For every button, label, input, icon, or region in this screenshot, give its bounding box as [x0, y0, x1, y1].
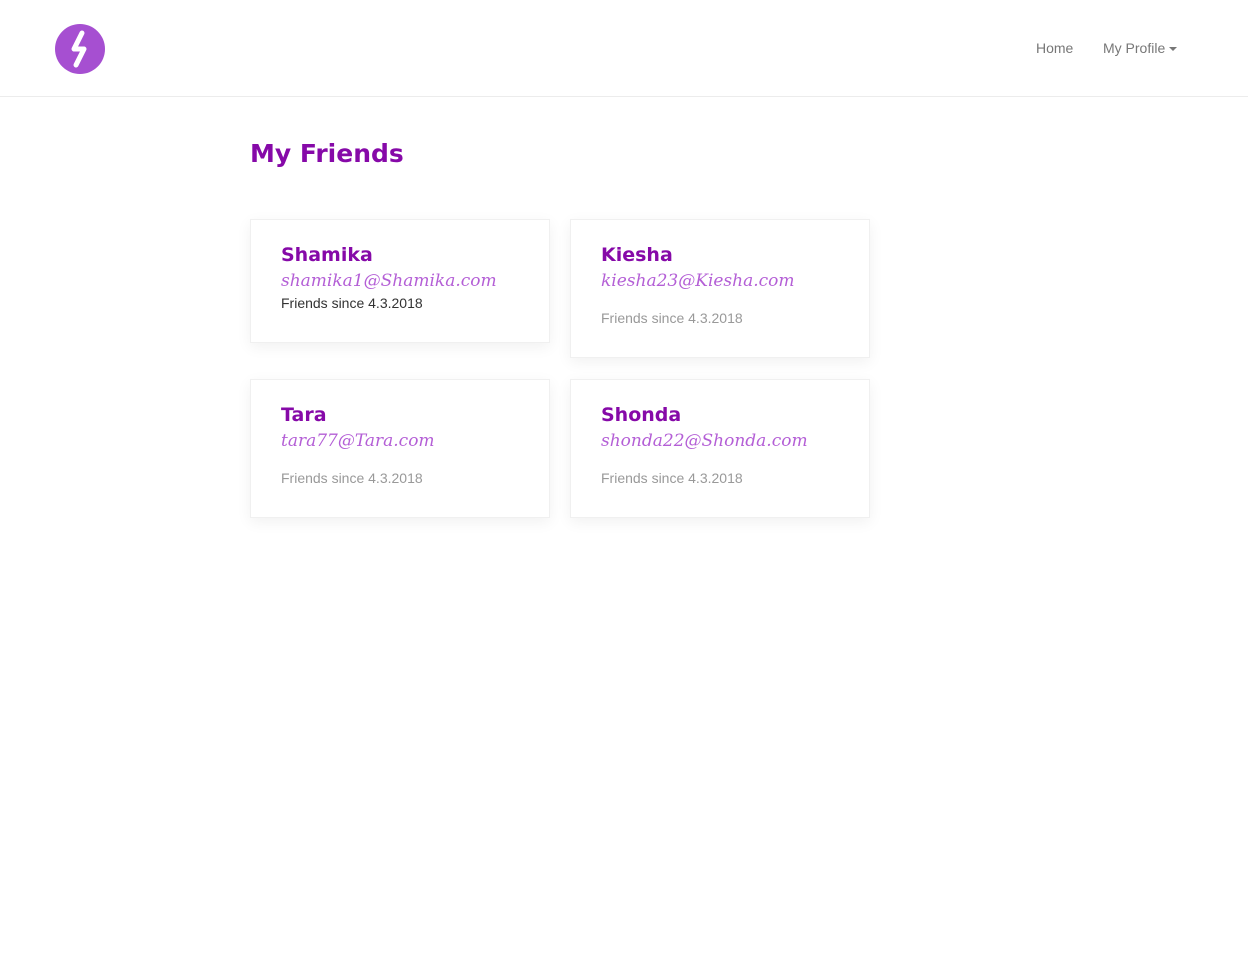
logo-link[interactable]	[55, 24, 105, 74]
friend-card: Tara tara77@Tara.com Friends since 4.3.2…	[250, 379, 550, 518]
friends-since-text: Friends since 4.3.2018	[281, 295, 423, 311]
page-title: My Friends	[250, 139, 404, 168]
friend-card: Shamika shamika1@Shamika.com Friends sin…	[250, 219, 550, 343]
nav-my-profile-dropdown[interactable]: My Profile	[1103, 38, 1178, 58]
friend-name: Shamika	[281, 244, 373, 266]
friend-name: Shonda	[601, 404, 682, 426]
friend-email-link[interactable]: tara77@Tara.com	[281, 429, 435, 453]
friend-email-link[interactable]: shonda22@Shonda.com	[601, 429, 808, 453]
friend-name: Tara	[281, 404, 327, 426]
friend-name: Kiesha	[601, 244, 673, 266]
friends-since-text: Friends since 4.3.2018	[601, 310, 743, 326]
friend-card: Shonda shonda22@Shonda.com Friends since…	[570, 379, 870, 518]
friend-email-link[interactable]: shamika1@Shamika.com	[281, 269, 497, 293]
friend-email-link[interactable]: kiesha23@Kiesha.com	[601, 269, 795, 293]
friends-since-text: Friends since 4.3.2018	[601, 470, 743, 486]
caret-down-icon	[1169, 47, 1178, 52]
nav-my-profile-label: My Profile	[1103, 40, 1166, 56]
nav-home-link[interactable]: Home	[1036, 38, 1073, 58]
s-logo-icon	[55, 24, 105, 74]
navbar: Home My Profile	[0, 0, 1248, 97]
friend-card: Kiesha kiesha23@Kiesha.com Friends since…	[570, 219, 870, 358]
friends-since-text: Friends since 4.3.2018	[281, 470, 423, 486]
